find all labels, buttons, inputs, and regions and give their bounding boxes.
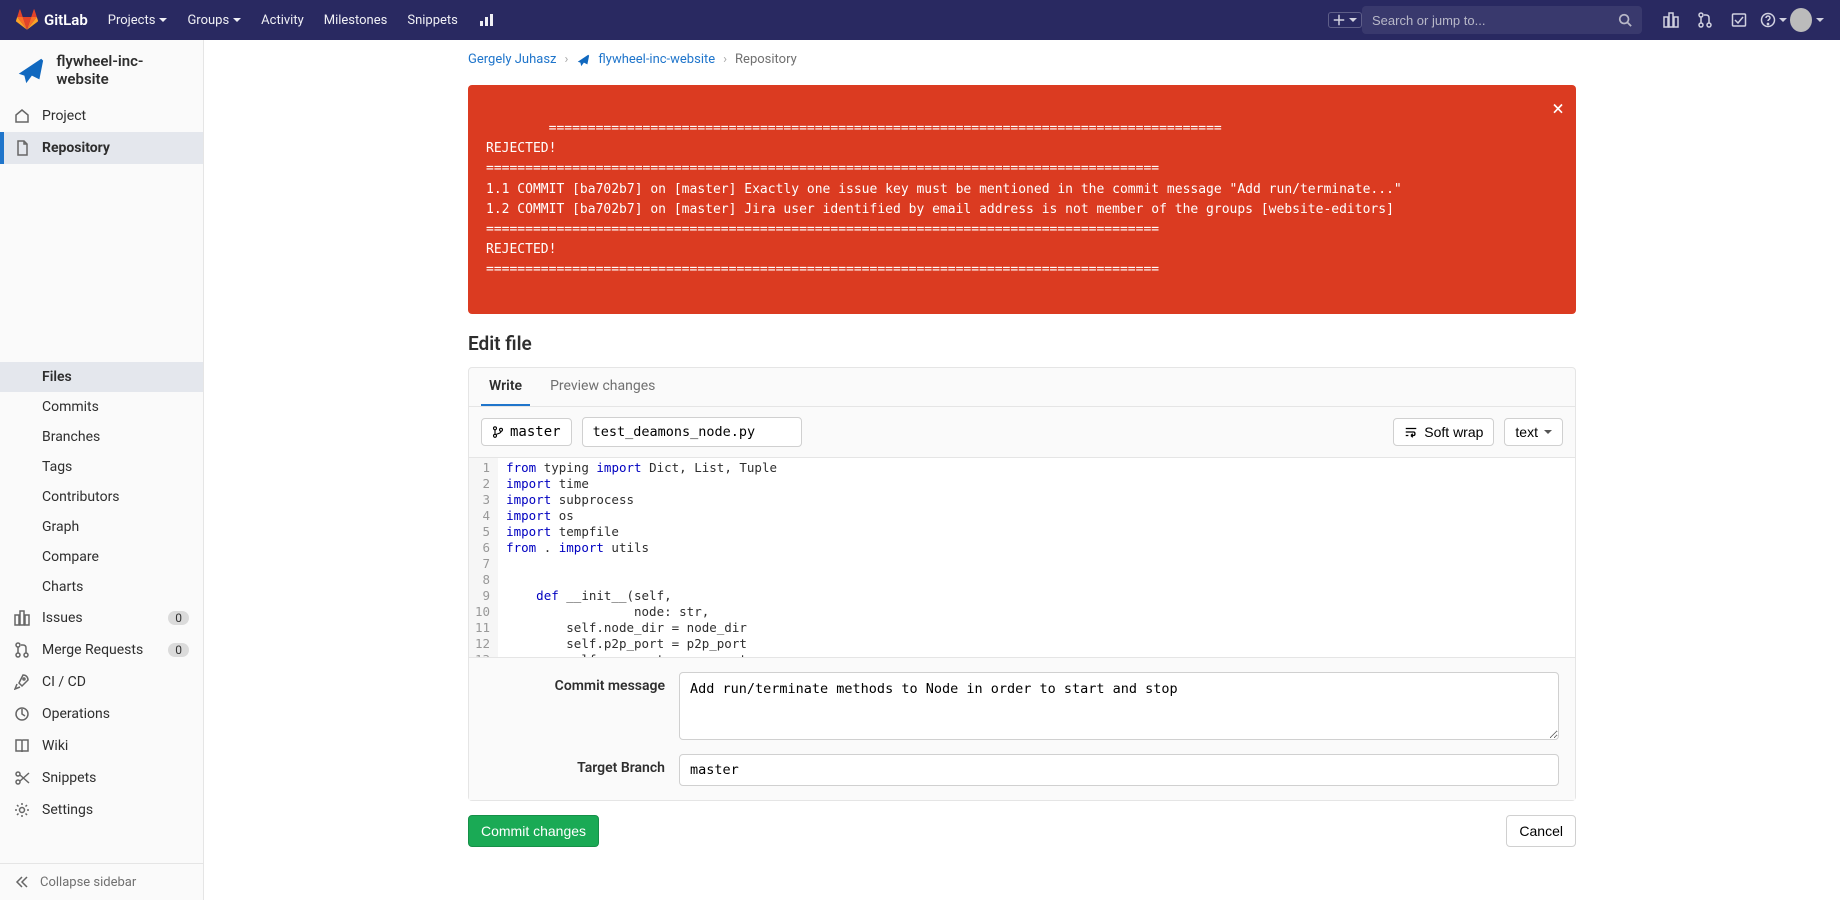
chevron-down-icon — [233, 18, 241, 22]
user-menu[interactable] — [1790, 0, 1824, 40]
doc-icon — [14, 140, 30, 156]
file-bar: master Soft wrap text — [469, 407, 1575, 457]
edit-panel: Write Preview changes master Soft wrap t… — [468, 367, 1576, 801]
footer-actions: Commit changes Cancel — [468, 801, 1576, 871]
merge-request-icon — [14, 642, 30, 658]
plus-menu[interactable] — [1328, 12, 1362, 28]
project-avatar — [14, 53, 46, 87]
breadcrumb-owner[interactable]: Gergely Juhasz — [468, 52, 557, 67]
book-icon — [14, 738, 30, 754]
sidebar-item-snippets[interactable]: Snippets — [0, 762, 203, 794]
line-gutter: 12345678910111213141516 — [469, 458, 498, 657]
sidebar-sub-files[interactable]: Files — [0, 362, 203, 392]
home-icon — [14, 108, 30, 124]
target-branch-label: Target Branch — [485, 754, 665, 776]
project-mini-icon — [576, 53, 590, 67]
search-input[interactable] — [1372, 13, 1618, 28]
sidebar-sub-compare[interactable]: Compare — [0, 542, 203, 572]
commit-changes-button[interactable]: Commit changes — [468, 815, 599, 847]
chevron-right-icon: › — [723, 52, 727, 67]
chevrons-left-icon — [14, 874, 30, 890]
wrap-icon — [1404, 425, 1418, 439]
code-body[interactable]: from typing import Dict, List, Tuple imp… — [498, 458, 1575, 657]
top-nav: GitLab Projects Groups Activity Mileston… — [0, 0, 1840, 40]
search-box[interactable] — [1362, 6, 1642, 34]
sidebar: flywheel-inc-website Project Repository … — [0, 40, 204, 900]
nav-groups[interactable]: Groups — [177, 3, 251, 38]
issues-count: 0 — [168, 611, 189, 625]
help-icon[interactable] — [1756, 0, 1790, 40]
chevron-down-icon — [1544, 430, 1552, 434]
error-alert: × =======================================… — [468, 85, 1576, 314]
merge-requests-shortcut-icon[interactable] — [1688, 0, 1722, 40]
operations-icon — [14, 706, 30, 722]
close-alert-button[interactable]: × — [1552, 93, 1564, 124]
code-editor[interactable]: 12345678910111213141516 from typing impo… — [469, 457, 1575, 657]
mr-count: 0 — [168, 643, 189, 657]
branch-icon — [492, 425, 504, 439]
issues-shortcut-icon[interactable] — [1654, 0, 1688, 40]
issues-icon — [14, 610, 30, 626]
breadcrumb-page: Repository — [735, 52, 797, 67]
project-name: flywheel-inc-website — [56, 52, 189, 88]
scissors-icon — [14, 770, 30, 786]
rocket-icon — [14, 674, 30, 690]
brand-text: GitLab — [44, 11, 88, 29]
todos-icon[interactable] — [1722, 0, 1756, 40]
filename-input[interactable] — [582, 417, 802, 447]
nav-activity[interactable]: Activity — [251, 3, 314, 38]
chevron-down-icon — [159, 18, 167, 22]
brand[interactable]: GitLab — [16, 9, 88, 31]
chevron-right-icon: › — [565, 52, 569, 67]
target-branch-input[interactable] — [679, 754, 1559, 786]
breadcrumb-project[interactable]: flywheel-inc-website — [598, 52, 715, 67]
sidebar-item-operations[interactable]: Operations — [0, 698, 203, 730]
commit-message-input[interactable] — [679, 672, 1559, 740]
syntax-selector[interactable]: text — [1504, 418, 1563, 446]
page-title: Edit file — [468, 332, 1576, 355]
sidebar-item-issues[interactable]: Issues0 — [0, 602, 203, 634]
branch-selector[interactable]: master — [481, 418, 572, 446]
search-icon — [1618, 13, 1632, 27]
gear-icon — [14, 802, 30, 818]
commit-message-label: Commit message — [485, 672, 665, 694]
sidebar-item-wiki[interactable]: Wiki — [0, 730, 203, 762]
cancel-button[interactable]: Cancel — [1506, 815, 1576, 847]
collapse-sidebar[interactable]: Collapse sidebar — [0, 863, 203, 900]
sidebar-sub-contributors[interactable]: Contributors — [0, 482, 203, 512]
sidebar-sub-commits[interactable]: Commits — [0, 392, 203, 422]
project-header[interactable]: flywheel-inc-website — [0, 40, 203, 100]
error-alert-text: ========================================… — [486, 121, 1402, 277]
nav-milestones[interactable]: Milestones — [314, 3, 398, 38]
sidebar-sub-graph[interactable]: Graph — [0, 512, 203, 542]
sidebar-sub-charts[interactable]: Charts — [0, 572, 203, 602]
avatar — [1790, 8, 1812, 32]
main-content: Gergely Juhasz › flywheel-inc-website › … — [204, 40, 1840, 900]
breadcrumb: Gergely Juhasz › flywheel-inc-website › … — [468, 40, 1576, 79]
editor-tabs: Write Preview changes — [469, 368, 1575, 407]
softwrap-toggle[interactable]: Soft wrap — [1393, 418, 1494, 446]
sidebar-item-merge-requests[interactable]: Merge Requests0 — [0, 634, 203, 666]
sidebar-item-repository[interactable]: Repository — [0, 132, 203, 164]
sidebar-sub-branches[interactable]: Branches — [0, 422, 203, 452]
sidebar-item-project[interactable]: Project — [0, 100, 203, 132]
target-branch-row: Target Branch — [469, 754, 1575, 800]
sidebar-item-settings[interactable]: Settings — [0, 794, 203, 826]
sidebar-sub-tags[interactable]: Tags — [0, 452, 203, 482]
chevron-down-icon — [1349, 18, 1357, 22]
commit-message-row: Commit message — [469, 657, 1575, 754]
tab-write[interactable]: Write — [481, 368, 530, 406]
nav-analytics-icon[interactable] — [468, 2, 504, 38]
plus-icon — [1333, 14, 1345, 26]
tab-preview[interactable]: Preview changes — [542, 368, 663, 406]
nav-projects[interactable]: Projects — [98, 3, 178, 38]
tanuki-icon — [16, 9, 38, 31]
nav-snippets[interactable]: Snippets — [397, 3, 468, 38]
sidebar-item-cicd[interactable]: CI / CD — [0, 666, 203, 698]
